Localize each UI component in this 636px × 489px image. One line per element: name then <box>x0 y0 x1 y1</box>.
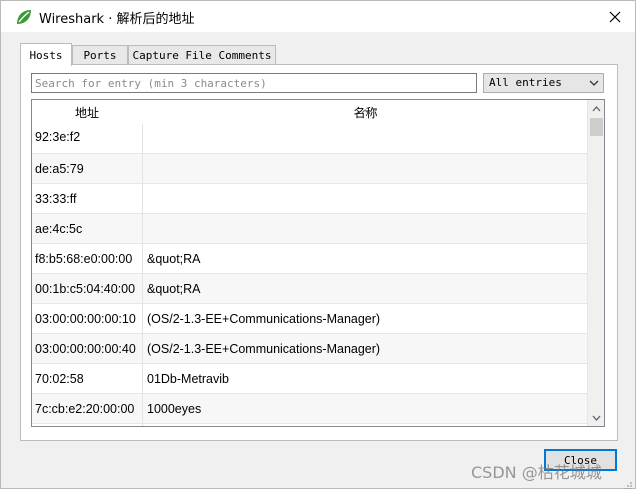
chevron-down-icon <box>592 415 601 421</box>
close-icon <box>609 11 621 22</box>
column-header-address[interactable]: 地址 <box>32 100 142 124</box>
search-input[interactable] <box>31 73 477 93</box>
name-cell: 1000eyes <box>147 402 202 416</box>
vertical-scrollbar[interactable] <box>587 100 604 426</box>
tab-capture-file-comments[interactable]: Capture File Comments <box>128 45 276 65</box>
select-value: All entries <box>489 76 562 89</box>
tab-hosts[interactable]: Hosts <box>20 43 72 66</box>
address-cell: 33:33:ff <box>35 192 77 206</box>
sort-ascending-icon <box>360 100 370 115</box>
address-cell: ae:4c:5c <box>35 222 83 236</box>
tab-ports[interactable]: Ports <box>72 45 128 65</box>
chevron-up-icon <box>592 105 601 111</box>
address-cell: 03:00:00:00:00:10 <box>35 312 136 326</box>
chevron-down-icon <box>589 78 599 88</box>
window-title: Wireshark · 解析后的地址 <box>39 12 195 27</box>
address-cell: de:a5:79 <box>35 162 84 176</box>
title-bar[interactable]: Wireshark · 解析后的地址 <box>1 1 635 32</box>
table-row[interactable]: 92:3e:f2 <box>32 124 588 154</box>
column-divider <box>142 124 143 426</box>
name-cell: (OS/2-1.3-EE+Communications-Manager) <box>147 312 381 326</box>
table-body: 92:3e:f2 de:a5:79 33:33:ff ae:4c:5c f8:b… <box>32 124 588 424</box>
table-row[interactable]: 70:02:58 01Db-Metravib <box>32 364 588 394</box>
table-row[interactable]: ae:4c:5c <box>32 214 588 244</box>
table-row[interactable]: de:a5:79 <box>32 154 588 184</box>
address-cell: 92:3e:f2 <box>35 130 81 144</box>
hosts-table: 地址 名称 92:3e:f2 de:a5:79 33:33:ff ae:4c:5… <box>31 99 605 427</box>
watermark: CSDN @枯花城城 <box>471 463 602 482</box>
scrollbar-thumb[interactable] <box>590 118 603 136</box>
tab-label: Capture File Comments <box>132 49 272 62</box>
tab-label: Hosts <box>29 48 63 62</box>
table-row[interactable]: 03:00:00:00:00:10 (OS/2-1.3-EE+Communica… <box>32 304 588 334</box>
resize-grip-icon[interactable] <box>623 476 633 489</box>
tab-label: Ports <box>83 49 117 62</box>
scroll-down-button[interactable] <box>588 409 604 426</box>
name-cell: (OS/2-1.3-EE+Communications-Manager) <box>147 342 381 356</box>
address-cell: f8:b5:68:e0:00:00 <box>35 252 133 266</box>
scroll-up-button[interactable] <box>588 100 604 117</box>
table-row[interactable]: 03:00:00:00:00:40 (OS/2-1.3-EE+Communica… <box>32 334 588 364</box>
address-cell: 00:1b:c5:04:40:00 <box>35 282 136 296</box>
address-cell: 70:02:58 <box>35 372 84 386</box>
dialog-window: Wireshark · 解析后的地址 Hosts Ports Capture F… <box>0 0 636 489</box>
table-row[interactable]: f8:b5:68:e0:00:00 &quot;RA <box>32 244 588 274</box>
wireshark-fin-icon <box>15 8 33 26</box>
address-cell: 7c:cb:e2:20:00:00 <box>35 402 135 416</box>
table-header: 地址 名称 <box>32 100 588 124</box>
entries-filter-select[interactable]: All entries <box>483 73 604 93</box>
window-close-button[interactable] <box>597 1 633 32</box>
table-row[interactable]: 7c:cb:e2:20:00:00 1000eyes <box>32 394 588 424</box>
name-cell: &quot;RA <box>147 282 201 296</box>
name-cell: &quot;RA <box>147 252 201 266</box>
address-cell: 03:00:00:00:00:40 <box>35 342 136 356</box>
name-cell: 01Db-Metravib <box>147 372 229 386</box>
table-row[interactable]: 00:1b:c5:04:40:00 &quot;RA <box>32 274 588 304</box>
table-row[interactable]: 33:33:ff <box>32 184 588 214</box>
